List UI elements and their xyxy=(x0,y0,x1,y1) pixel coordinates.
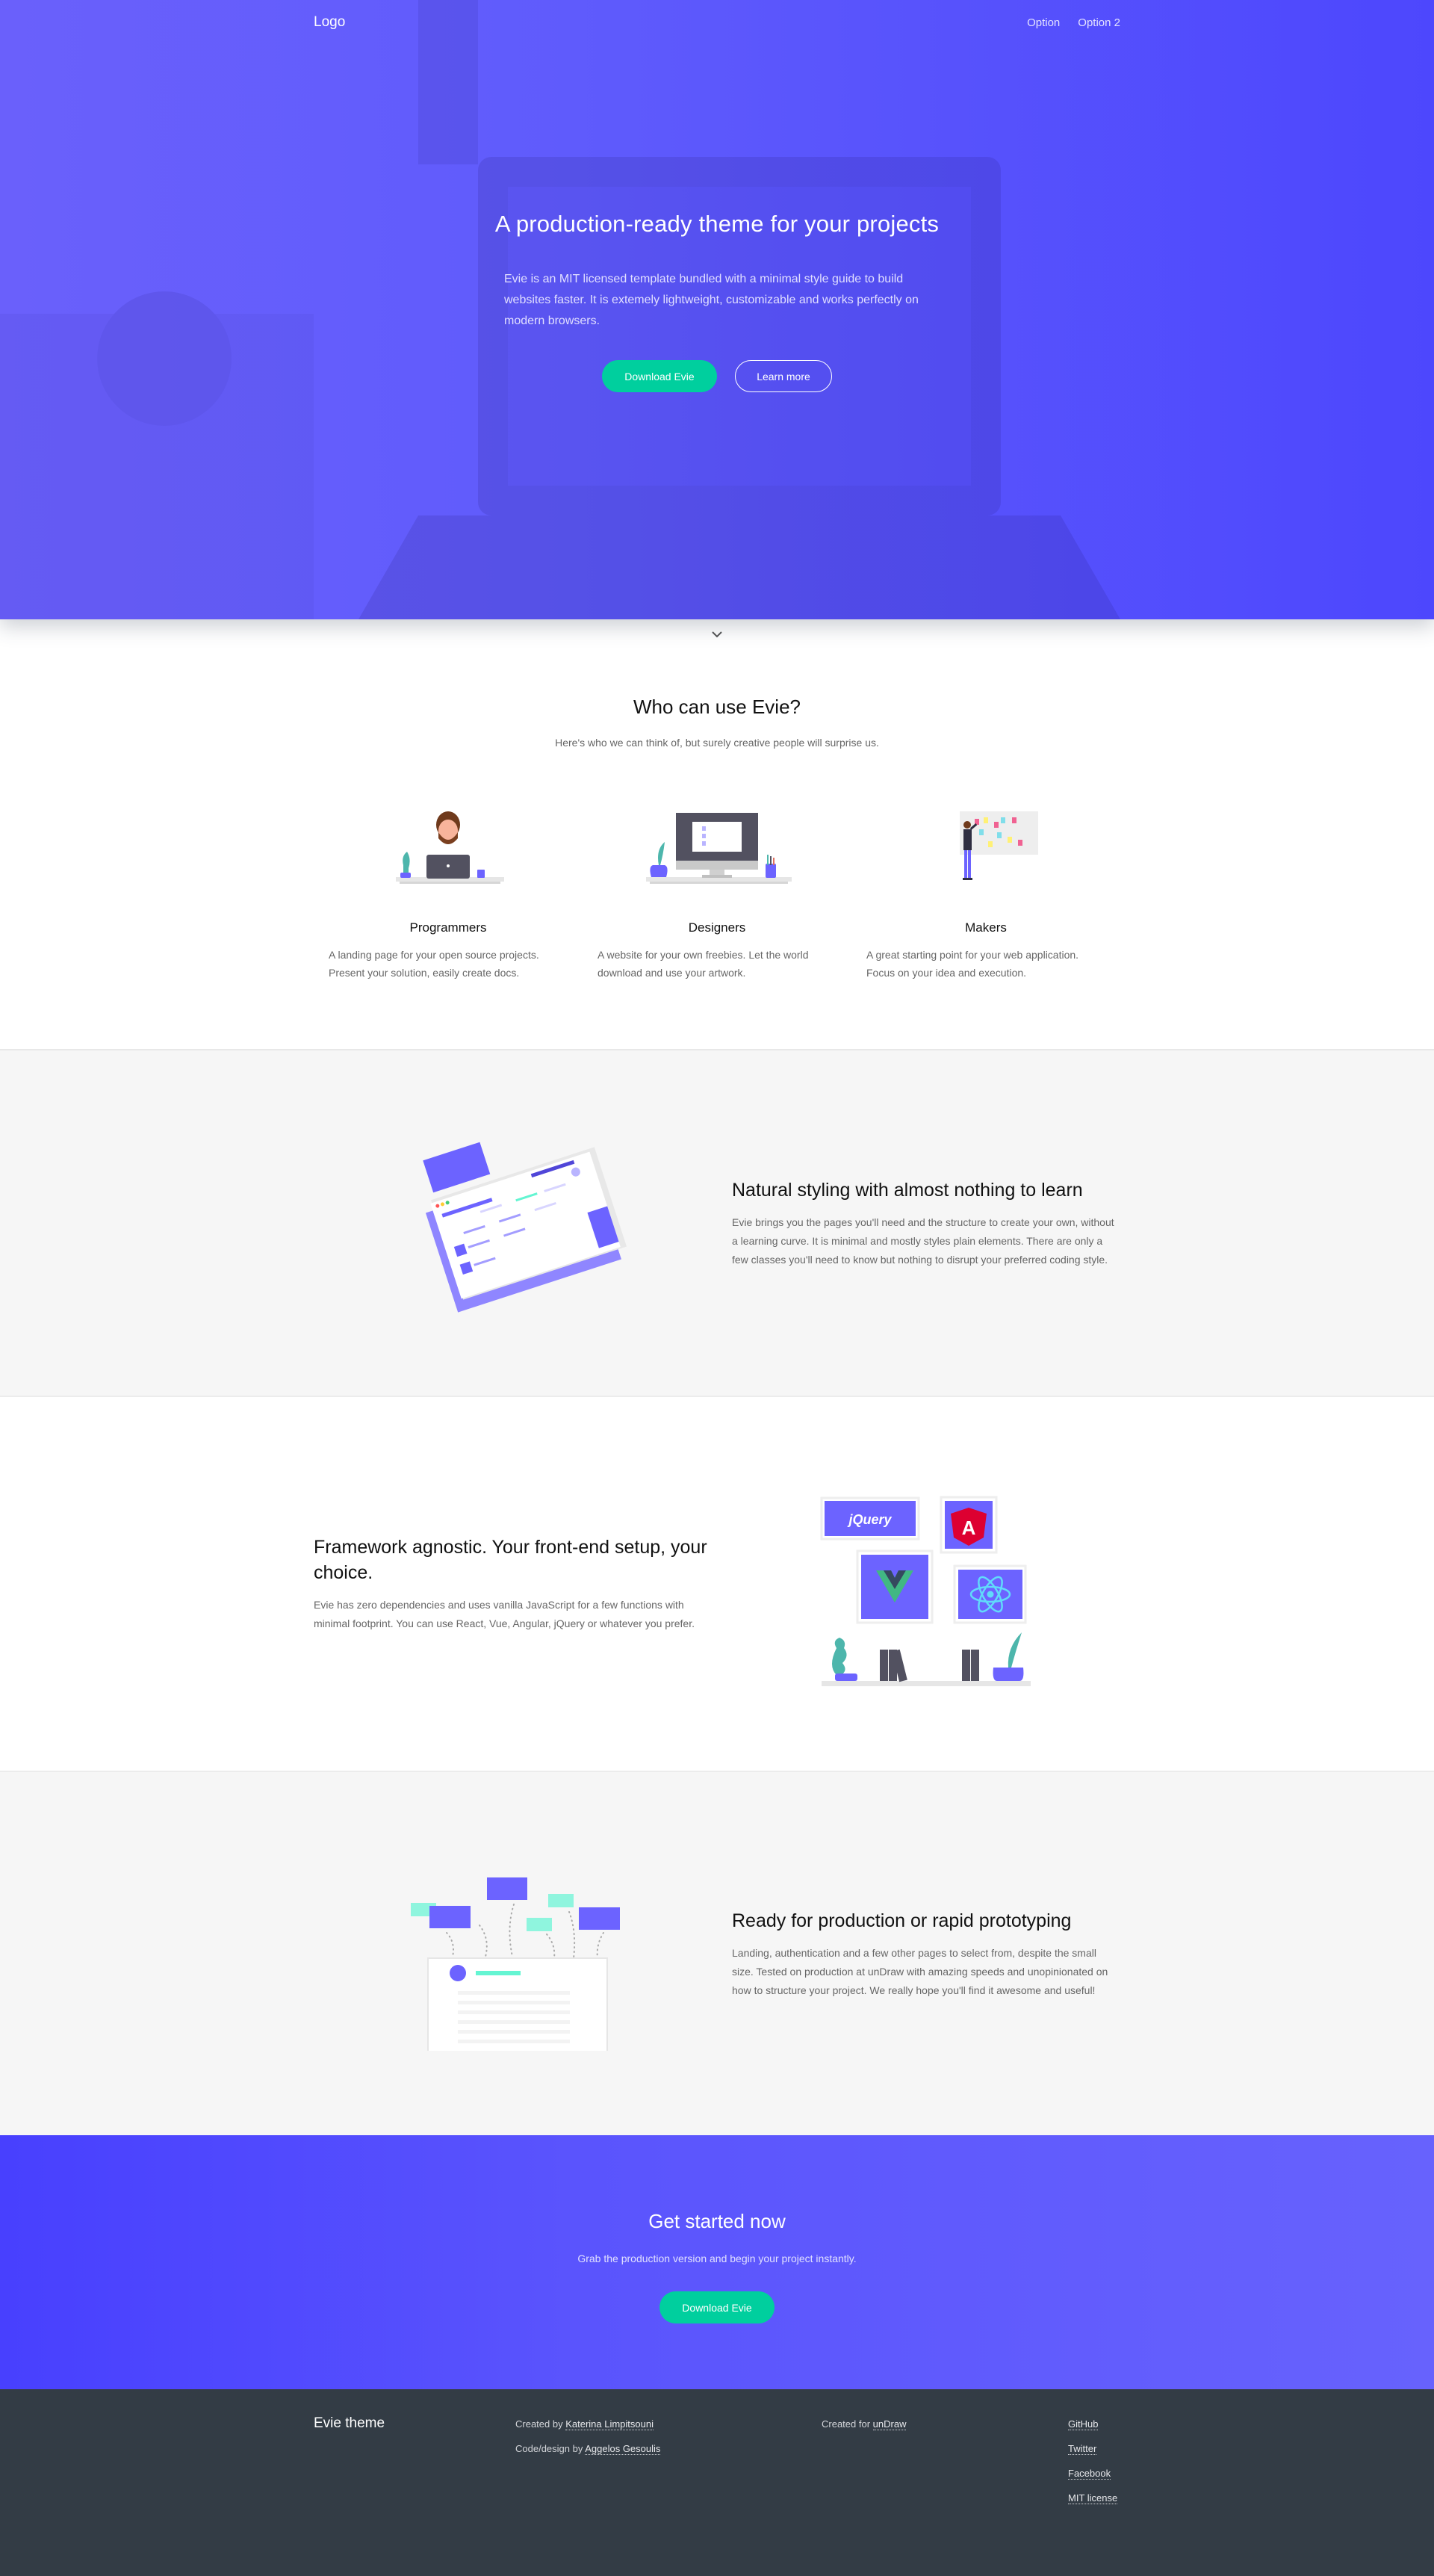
feature-text: Framework agnostic. Your front-end setup… xyxy=(314,1535,717,1633)
footer-brand: Evie theme xyxy=(314,2415,385,2431)
maker-illustration xyxy=(960,811,1038,880)
cta-text: Grab the production version and begin yo… xyxy=(577,2253,857,2264)
feature-title: Framework agnostic. Your front-end setup… xyxy=(314,1537,707,1583)
learn-more-button[interactable]: Learn more xyxy=(735,360,832,392)
footer-links: GitHub Twitter Facebook MIT license xyxy=(1068,2412,1118,2510)
prototyping-illustration xyxy=(411,1877,620,2051)
card-designers: Designers A website for your own freebie… xyxy=(583,793,851,982)
feature-illustration: jQuery A xyxy=(717,1479,1120,1688)
feature-title: Ready for production or rapid prototypin… xyxy=(732,1910,1072,1931)
footer-credits: Created by Katerina Limpitsouni Code/des… xyxy=(515,2412,822,2510)
nav-option-2-link[interactable]: Option 2 xyxy=(1078,16,1120,29)
who-section: Who can use Evie? Here's who we can thin… xyxy=(0,619,1434,1050)
undraw-link[interactable]: unDraw xyxy=(872,2418,907,2430)
feature-framework-agnostic: Framework agnostic. Your front-end setup… xyxy=(0,1396,1434,1772)
programmer-illustration xyxy=(396,811,504,884)
feature-illustration xyxy=(314,1133,717,1313)
chevron-down-icon xyxy=(712,631,722,637)
svg-text:A: A xyxy=(962,1517,976,1539)
who-title: Who can use Evie? xyxy=(633,696,801,718)
feature-text: Natural styling with almost nothing to l… xyxy=(717,1177,1120,1269)
footer-created-for: Created for unDraw xyxy=(822,2418,907,2430)
github-link[interactable]: GitHub xyxy=(1068,2418,1099,2430)
facebook-link[interactable]: Facebook xyxy=(1068,2468,1111,2480)
cta-download-evie-button[interactable]: Download Evie xyxy=(659,2291,775,2323)
footer: Evie theme Created by Katerina Limpitsou… xyxy=(0,2389,1434,2576)
feature-title: Natural styling with almost nothing to l… xyxy=(732,1179,1083,1201)
twitter-link[interactable]: Twitter xyxy=(1068,2443,1097,2455)
nav-links: Option Option 2 xyxy=(1027,16,1120,29)
designer-illustration xyxy=(646,813,792,884)
cta-title: Get started now xyxy=(648,2210,786,2232)
hero-buttons: Download Evie Learn more xyxy=(0,360,1434,392)
hero-title: A production-ready theme for your projec… xyxy=(494,211,940,237)
frameworks-illustration: jQuery A xyxy=(820,1496,1031,1686)
card-text: A website for your own freebies. Let the… xyxy=(598,949,809,979)
jquery-logo-icon: jQuery xyxy=(847,1512,892,1527)
logo-link[interactable]: Logo xyxy=(314,14,345,31)
get-started-section: Get started now Grab the production vers… xyxy=(0,2135,1434,2389)
dashboard-illustration xyxy=(423,1142,627,1313)
audience-cards: Programmers A landing page for your open… xyxy=(314,793,1120,982)
card-makers: Makers A great starting point for your w… xyxy=(851,793,1120,982)
aggelos-link[interactable]: Aggelos Gesoulis xyxy=(585,2443,661,2455)
feature-production-ready: Ready for production or rapid prototypin… xyxy=(0,1772,1434,2135)
feature-text: Ready for production or rapid prototypin… xyxy=(717,1908,1120,2000)
download-evie-button[interactable]: Download Evie xyxy=(602,360,717,392)
hero-description: Evie is an MIT licensed template bundled… xyxy=(504,273,919,327)
feature-description: Evie has zero dependencies and uses vani… xyxy=(314,1599,695,1629)
feature-illustration xyxy=(314,1857,717,2051)
footer-created-by: Created by Katerina Limpitsouni xyxy=(515,2418,654,2430)
scroll-down-button[interactable] xyxy=(0,619,1434,649)
card-programmers: Programmers A landing page for your open… xyxy=(314,793,583,982)
katerina-link[interactable]: Katerina Limpitsouni xyxy=(565,2418,654,2430)
card-title: Makers xyxy=(965,920,1007,935)
card-title: Programmers xyxy=(409,920,487,935)
card-text: A landing page for your open source proj… xyxy=(329,949,539,979)
top-nav: Logo Option Option 2 xyxy=(314,0,1120,45)
feature-description: Evie brings you the pages you'll need an… xyxy=(732,1216,1114,1266)
hero-content: A production-ready theme for your projec… xyxy=(0,211,1434,392)
card-text: A great starting point for your web appl… xyxy=(866,949,1079,979)
feature-natural-styling: Natural styling with almost nothing to l… xyxy=(0,1050,1434,1396)
nav-option-link[interactable]: Option xyxy=(1027,16,1060,29)
hero-section: Logo Option Option 2 A production-ready … xyxy=(0,0,1434,619)
feature-description: Landing, authentication and a few other … xyxy=(732,1946,1108,1996)
footer-code-by: Code/design by Aggelos Gesoulis xyxy=(515,2443,661,2455)
who-subtitle: Here's who we can think of, but surely c… xyxy=(555,737,879,749)
card-title: Designers xyxy=(688,920,746,935)
mit-license-link[interactable]: MIT license xyxy=(1068,2492,1118,2504)
